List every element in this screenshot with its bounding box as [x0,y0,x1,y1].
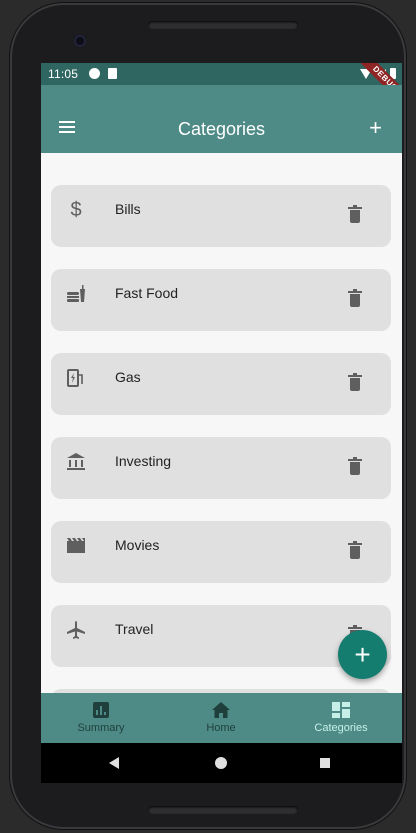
speaker-grille-top [148,21,298,29]
category-label: Travel [115,621,154,637]
dollar-icon: $ [70,199,82,221]
bank-icon [65,451,87,473]
nav-label-home: Home [206,722,236,734]
add-category-fab[interactable]: + [338,630,387,679]
delete-icon[interactable] [348,289,362,307]
home-icon [212,702,230,718]
category-card-movies[interactable]: Movies [51,521,391,583]
summary-chart-icon [93,702,109,718]
category-label: Movies [115,537,160,553]
ev-station-icon [65,367,87,389]
sd-card-icon [108,68,117,79]
airplane-icon [65,619,87,641]
speaker-grille-bottom [148,806,298,814]
category-label: Gas [115,369,141,385]
page-title: Categories [177,119,266,139]
fastfood-icon [65,283,87,305]
nav-tab-categories[interactable]: Categories [281,693,401,743]
add-category-button[interactable]: + [369,117,382,139]
category-label: Bills [115,201,141,217]
category-card-gas[interactable]: Gas [51,353,391,415]
category-label: Fast Food [115,285,179,301]
category-card-investing[interactable]: Investing [51,437,391,499]
system-navigation-bar [41,743,402,783]
nav-tab-home[interactable]: Home [161,693,281,743]
home-button-icon[interactable] [215,757,227,769]
category-card-bills[interactable]: $ Bills [51,185,391,247]
movie-icon [65,535,87,557]
category-label: Investing [115,453,172,469]
app-bar: Categories + [41,85,402,153]
bottom-navigation: Summary Home Categories [41,693,402,743]
app-screen: 11:05 DEBUG Categories + $ Bills Fast Fo… [41,63,402,783]
delete-icon[interactable] [348,541,362,559]
front-camera [74,35,86,47]
delete-icon[interactable] [348,457,362,475]
notification-icon [89,68,100,79]
category-card-fast-food[interactable]: Fast Food [51,269,391,331]
status-time: 11:05 [48,67,79,81]
dashboard-icon [332,702,350,718]
nav-label-summary: Summary [77,722,125,734]
status-bar: 11:05 DEBUG [41,63,402,108]
device-frame: 11:05 DEBUG Categories + $ Bills Fast Fo… [10,3,406,829]
back-icon[interactable] [109,757,119,769]
delete-icon[interactable] [348,205,362,223]
nav-tab-summary[interactable]: Summary [41,693,161,743]
recent-apps-icon[interactable] [320,758,330,768]
delete-icon[interactable] [348,373,362,391]
nav-label-categories: Categories [314,722,368,734]
